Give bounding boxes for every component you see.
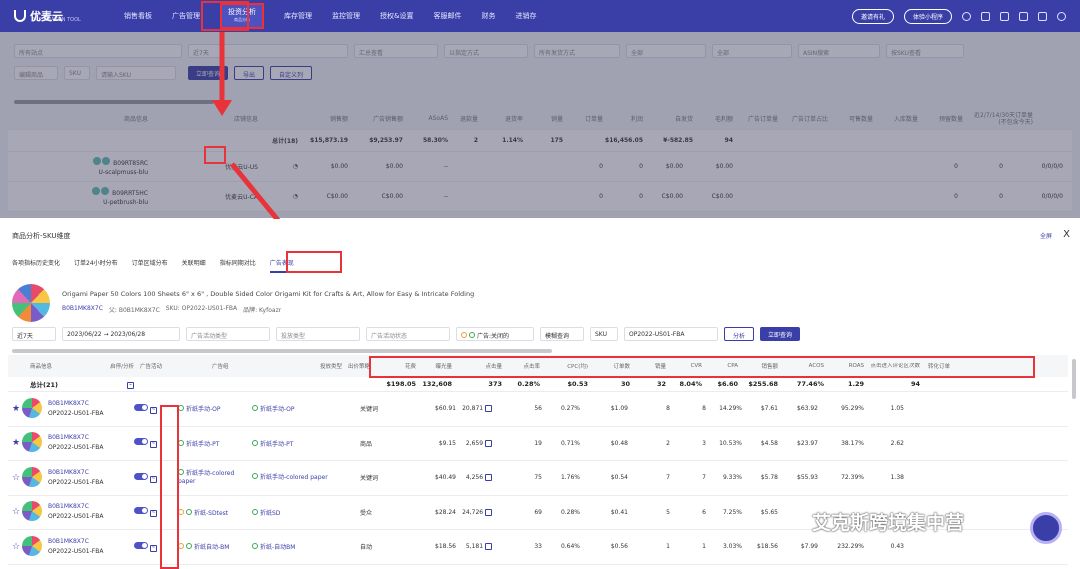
analyze-icon[interactable]: ~ — [149, 475, 157, 483]
panel-filters: 近7天 2023/06/22 → 2023/06/28 广告活动类型 投放类型 … — [12, 327, 801, 341]
status-ok-icon — [252, 439, 258, 446]
logo[interactable]: 优麦云 ERP AMAZON TOOL — [14, 8, 124, 24]
arrow-down-icon — [212, 32, 232, 116]
analyze-icon[interactable]: ~ — [149, 441, 157, 449]
cart-icon[interactable] — [1019, 11, 1028, 21]
horizontal-scrollbar[interactable] — [12, 349, 552, 353]
panel-tabs: 各项指标历史变化 订单24小时分布 订单区域分布 关联明细 指标同期对比 广告表… — [12, 258, 294, 273]
targeting-type-select[interactable]: 投放类型 — [276, 327, 360, 341]
total-row: 总计(21) – $198.05 132,608 373 0.28% $0.53… — [8, 377, 1068, 392]
modal-backdrop — [0, 32, 1080, 218]
tab-region[interactable]: 订单区域分布 — [132, 258, 168, 273]
sku-label: SKU: OP2022-US01-FBA — [165, 305, 238, 312]
asin-link[interactable]: B0B1MK8X7C — [48, 400, 89, 407]
grid-icon[interactable] — [1000, 11, 1009, 21]
analyze-button[interactable]: 分析 — [724, 327, 755, 341]
ad-toggle[interactable] — [134, 507, 148, 515]
tab-compare[interactable]: 指标同期对比 — [220, 258, 256, 273]
top-nav: 优麦云 ERP AMAZON TOOL 销售看板 广告管理 投资分析 商品分析 … — [0, 0, 1080, 32]
tab-related[interactable]: 关联明细 — [182, 258, 206, 273]
analyze-icon[interactable]: ~ — [149, 544, 157, 552]
trend-icon[interactable] — [485, 439, 492, 447]
product-thumb — [22, 397, 42, 418]
asin-link[interactable]: B0B1MK8X7C — [48, 538, 89, 545]
settings-icon[interactable] — [962, 11, 971, 21]
trend-icon[interactable] — [485, 508, 492, 516]
status-ok-icon — [252, 405, 258, 412]
vertical-scrollbar[interactable] — [1072, 359, 1076, 399]
trend-icon[interactable] — [485, 405, 492, 413]
miniprogram-button[interactable]: 体验小程序 — [903, 8, 952, 24]
asin-link[interactable]: B0B1MK8X7C — [48, 434, 89, 441]
batch-analyze-icon[interactable]: – — [127, 381, 134, 389]
fullscreen-button[interactable]: 全屏 — [1040, 231, 1052, 240]
ad-status-toggle[interactable]: 广告:关闭的 — [456, 327, 534, 341]
analyze-icon[interactable]: ~ — [149, 406, 157, 414]
product-thumb — [22, 432, 42, 453]
highlight-nav-box — [201, 1, 249, 31]
ad-toggle[interactable] — [134, 472, 148, 480]
invite-button[interactable]: 邀请有礼 — [851, 8, 894, 24]
tab-24h[interactable]: 订单24小时分布 — [74, 258, 118, 273]
chat-bubble-icon[interactable] — [1030, 512, 1062, 544]
campaign-type-select[interactable]: 广告活动类型 — [186, 327, 270, 341]
star-icon[interactable]: ★ — [12, 404, 20, 414]
highlight-metrics-header — [369, 356, 1035, 378]
ad-toggle[interactable] — [134, 403, 148, 411]
logo-icon — [14, 10, 26, 22]
status-ok-icon — [186, 508, 192, 515]
highlight-analysis-box — [204, 146, 226, 164]
analyze-icon[interactable]: ~ — [149, 510, 157, 518]
warning-icon — [461, 332, 467, 338]
status-ok-icon — [252, 508, 258, 515]
tab-history[interactable]: 各项指标历史变化 — [12, 258, 60, 273]
sku-type-select[interactable]: SKU — [590, 327, 618, 341]
bell-icon[interactable] — [1038, 11, 1047, 21]
brand-label: 品牌: Kyfoazr — [243, 307, 282, 314]
status-ok-icon — [252, 473, 258, 480]
star-icon[interactable]: ☆ — [12, 542, 20, 552]
date-range[interactable]: 2023/06/22 → 2023/06/28 — [62, 327, 180, 341]
nav-sales-board[interactable]: 销售看板 — [124, 11, 152, 21]
asin-link[interactable]: B0B1MK8X7C — [48, 469, 89, 476]
status-ok-icon — [186, 543, 192, 550]
asin-link[interactable]: B0B1MK8X7C — [48, 503, 89, 510]
product-image — [12, 284, 50, 322]
check-icon — [469, 332, 475, 338]
product-title: Origami Paper 50 Colors 100 Sheets 6" x … — [62, 290, 475, 298]
star-icon[interactable]: ★ — [12, 438, 20, 448]
trend-icon[interactable] — [485, 543, 492, 551]
highlight-tab-box — [286, 251, 342, 273]
product-thumb — [22, 501, 42, 522]
trend-icon[interactable] — [485, 474, 492, 482]
nav-purchase-sales[interactable]: 进销存 — [515, 11, 536, 21]
avatar[interactable] — [1057, 11, 1066, 21]
campaign-status-select[interactable]: 广告活动状态 — [366, 327, 450, 341]
query-button[interactable]: 立即查询 — [760, 327, 801, 341]
sku-input[interactable]: OP2022-US01-FBA — [624, 327, 718, 341]
highlight-analyze-column — [160, 405, 179, 569]
nav-finance[interactable]: 财务 — [481, 11, 495, 21]
watermark-text: 艾克斯跨境集中营 — [812, 512, 965, 534]
ad-toggle[interactable] — [134, 438, 148, 446]
product-thumb — [22, 466, 42, 487]
star-icon[interactable]: ☆ — [12, 507, 20, 517]
product-thumb — [22, 535, 42, 556]
range-select[interactable]: 近7天 — [12, 327, 56, 341]
product-meta: B0B1MK8X7C 父: B0B1MK8X7C SKU: OP2022-US0… — [62, 305, 281, 314]
star-icon[interactable]: ☆ — [12, 473, 20, 483]
nav-ad-management[interactable]: 广告管理 — [172, 11, 200, 21]
asin-link[interactable]: B0B1MK8X7C — [62, 305, 103, 314]
parent-asin: 父: B0B1MK8X7C — [108, 307, 160, 314]
search-type-select[interactable]: 模糊查询 — [540, 327, 584, 341]
close-icon[interactable]: X — [1063, 229, 1070, 240]
document-icon[interactable] — [981, 11, 990, 21]
status-ok-icon — [252, 543, 258, 550]
nav-monitor[interactable]: 监控管理 — [332, 11, 360, 21]
nav-auth-settings[interactable]: 授权&设置 — [380, 11, 413, 21]
ad-toggle[interactable] — [134, 541, 148, 549]
nav-cs-mail[interactable]: 客服邮件 — [433, 11, 461, 21]
panel-title: 商品分析-SKU维度 — [12, 232, 71, 240]
nav-inventory[interactable]: 库存管理 — [284, 11, 312, 21]
